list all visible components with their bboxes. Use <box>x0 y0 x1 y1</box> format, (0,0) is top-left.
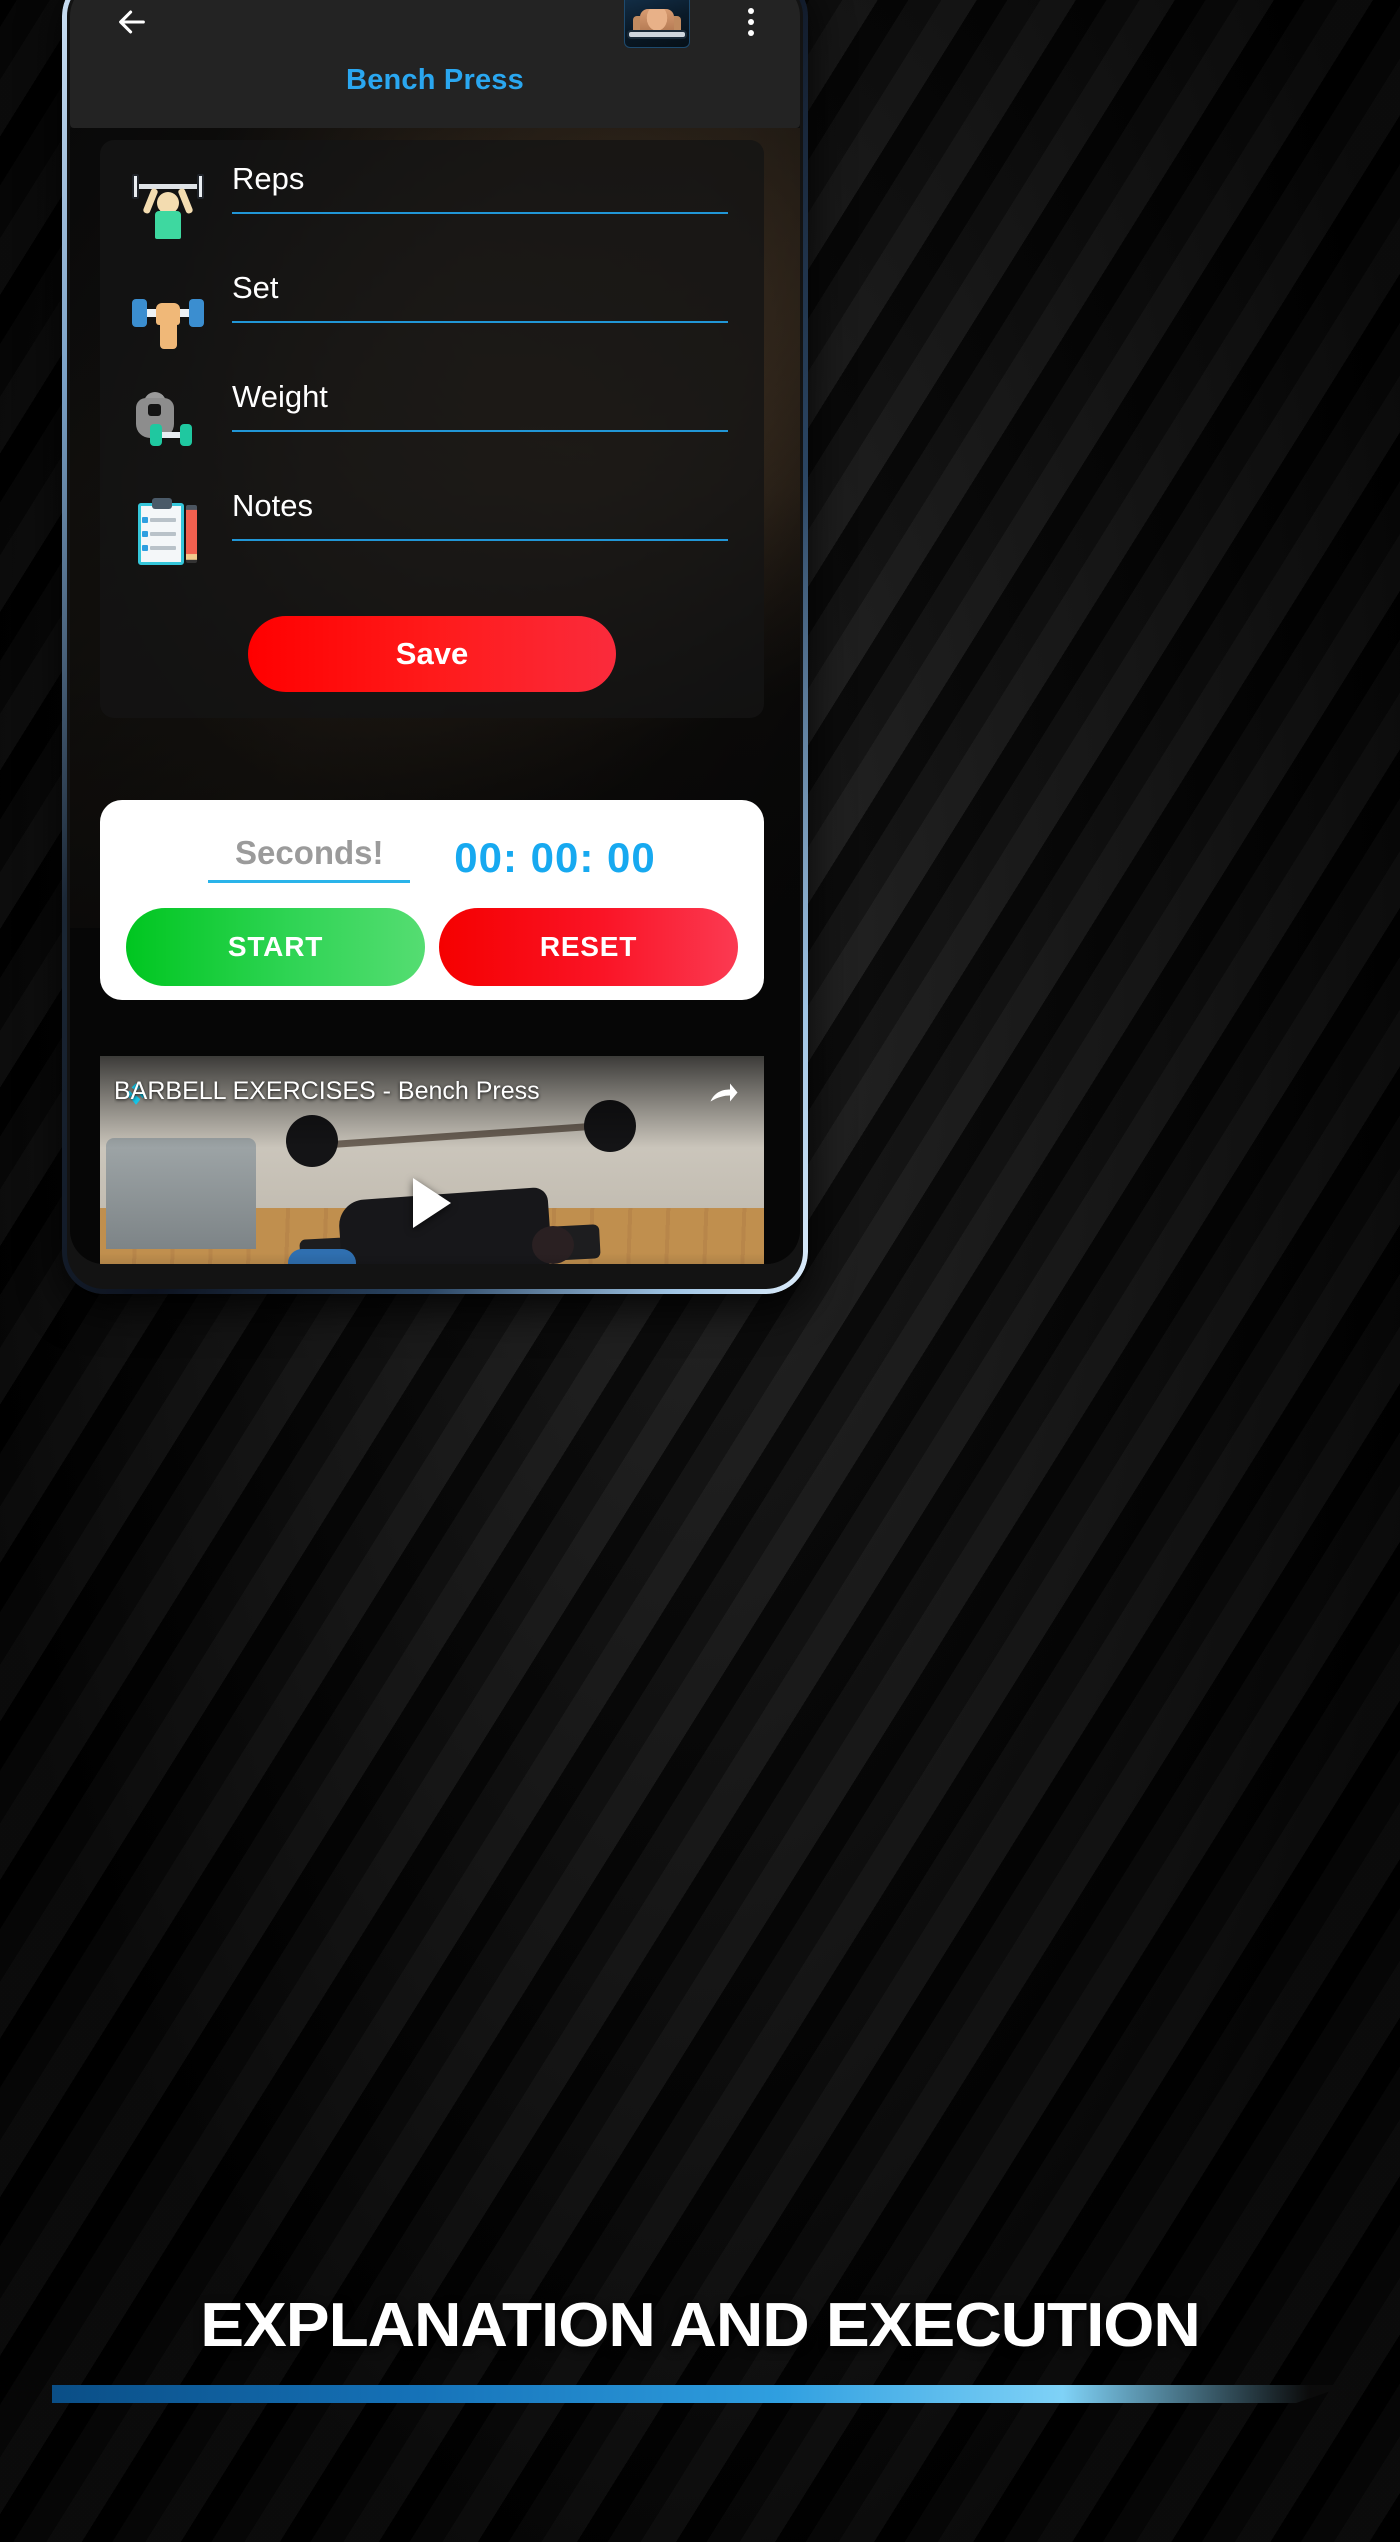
seconds-underline <box>208 879 411 883</box>
timer-card: 00: 00: 00 START RESET <box>100 800 764 1000</box>
reps-underline <box>232 212 728 215</box>
dumbbell-hand-icon <box>130 279 206 351</box>
share-icon[interactable] <box>704 1076 744 1112</box>
menu-dot <box>748 30 754 36</box>
set-underline <box>232 321 728 324</box>
weight-input-wrap[interactable]: Weight <box>232 379 728 433</box>
content-area: Reps Set Weight Notes Save Seconds! 00: … <box>70 128 800 1264</box>
app-logo-barbell <box>629 32 685 37</box>
phone-screen: PRO Bench Press <box>70 0 800 1264</box>
reps-label: Reps <box>232 161 305 196</box>
kettlebell-dumbbell-icon <box>130 388 206 460</box>
timer-top-row: 00: 00: 00 <box>126 822 738 894</box>
overflow-menu-icon[interactable] <box>728 0 774 46</box>
notes-input-wrap[interactable]: Notes <box>232 488 728 542</box>
weightlifter-icon <box>130 170 206 242</box>
set-input-wrap[interactable]: Set <box>232 270 728 324</box>
notes-label: Notes <box>232 488 313 523</box>
banner-title: EXPLANATION AND EXECUTION <box>200 2291 1201 2360</box>
menu-dot <box>748 19 754 25</box>
page-title: Bench Press <box>346 64 524 96</box>
log-set-form: Reps Set Weight Notes Save <box>100 140 764 718</box>
app-logo-icon[interactable]: PRO <box>624 0 690 48</box>
field-row-weight: Weight <box>100 379 764 489</box>
field-row-notes: Notes <box>100 488 764 598</box>
field-row-reps: Reps <box>100 161 764 271</box>
timer-buttons: START RESET <box>126 908 738 986</box>
seconds-field[interactable] <box>208 833 411 883</box>
start-button[interactable]: START <box>126 908 425 986</box>
phone-mockup: PRO Bench Press <box>62 0 808 1294</box>
timer-display: 00: 00: 00 <box>454 834 656 881</box>
menu-dot <box>748 8 754 14</box>
clipboard-pencil-icon <box>130 497 206 569</box>
banner-underline <box>52 2385 1348 2403</box>
reps-input-wrap[interactable]: Reps <box>232 161 728 215</box>
youtube-player[interactable]: BARBELL EXERCISES - Bench Press 0:00 0 <box>100 1056 764 1264</box>
play-icon[interactable] <box>393 1164 471 1242</box>
notes-underline <box>232 539 728 542</box>
set-label: Set <box>232 270 279 305</box>
video-title: BARBELL EXERCISES - Bench Press <box>114 1078 540 1105</box>
banner: EXPLANATION AND EXECUTION <box>0 2290 1400 2403</box>
weight-label: Weight <box>232 379 328 414</box>
field-row-set: Set <box>100 270 764 380</box>
save-button[interactable]: Save <box>248 616 616 692</box>
back-arrow-icon[interactable] <box>106 0 158 48</box>
seconds-input[interactable] <box>208 833 411 880</box>
reset-button[interactable]: RESET <box>439 908 738 986</box>
video-bottom-gradient <box>100 1253 764 1264</box>
app-bar: PRO Bench Press <box>70 0 800 128</box>
weight-underline <box>232 430 728 433</box>
